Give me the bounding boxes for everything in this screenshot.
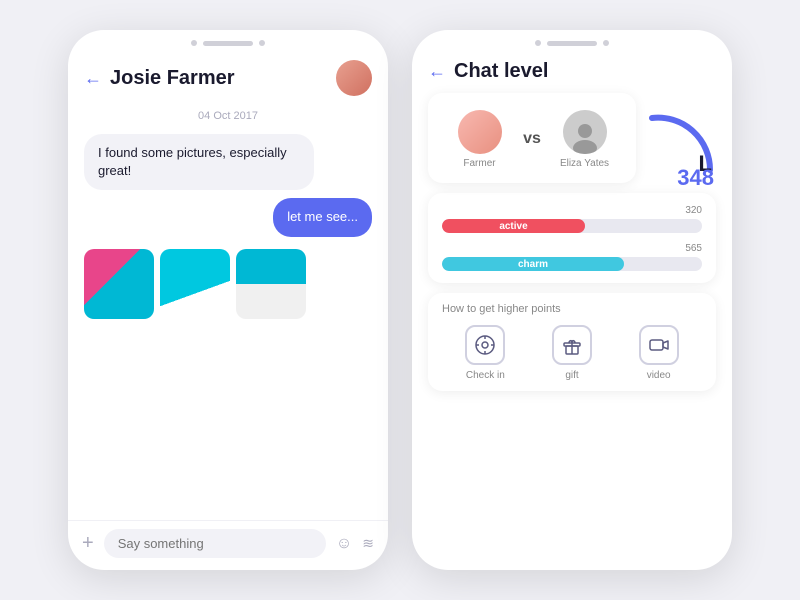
chat-messages-area: 04 Oct 2017 I found some pictures, espec… xyxy=(68,106,388,520)
notch-bar-r xyxy=(547,41,597,46)
received-message-1: I found some pictures, especially great! xyxy=(84,134,314,190)
stat-active-value: 320 xyxy=(442,205,702,216)
level-page-title: Chat level xyxy=(454,60,716,83)
phone-notch-right xyxy=(412,30,732,52)
level-arc-section: L 348 xyxy=(644,93,716,183)
stats-card: 320 active 565 charm xyxy=(428,193,716,283)
image-attachments xyxy=(84,249,372,319)
image-thumb-1[interactable] xyxy=(84,249,154,319)
stat-active-label: active xyxy=(499,221,527,232)
notch-bar xyxy=(203,41,253,46)
vs-card: Farmer vs Eliza Yates xyxy=(428,93,636,183)
chat-input-bar: + ☺ ≋ xyxy=(68,520,388,570)
add-attachment-icon[interactable]: + xyxy=(82,532,94,555)
stat-charm-value: 565 xyxy=(442,243,702,254)
date-separator: 04 Oct 2017 xyxy=(84,110,372,122)
tips-card: How to get higher points xyxy=(428,293,716,391)
chat-header: ← Josie Farmer xyxy=(68,52,388,106)
wave-icon[interactable]: ≋ xyxy=(362,535,374,552)
stat-active-bar-fill: active xyxy=(442,219,585,233)
vs-player2: Eliza Yates xyxy=(547,110,622,169)
notch-dot2 xyxy=(259,40,265,46)
tip-check-in-label: Check in xyxy=(466,370,505,381)
stat-charm-row: 565 charm xyxy=(442,243,702,271)
stat-active-bar-bg: active xyxy=(442,219,702,233)
contact-avatar[interactable] xyxy=(336,60,372,96)
back-arrow-icon[interactable]: ← xyxy=(84,68,102,89)
tips-title: How to get higher points xyxy=(442,303,702,315)
video-icon xyxy=(639,325,679,365)
gift-icon xyxy=(552,325,592,365)
notch-dot2-r xyxy=(603,40,609,46)
stat-charm-bar-bg: charm xyxy=(442,257,702,271)
chat-contact-name: Josie Farmer xyxy=(110,67,328,90)
avatar-image xyxy=(336,60,372,96)
player1-avatar xyxy=(458,110,502,154)
level-phone: ← Chat level Farmer vs xyxy=(412,30,732,570)
level-content: Farmer vs Eliza Yates xyxy=(412,93,732,570)
tip-video[interactable]: video xyxy=(639,325,679,381)
level-number-display: 348 xyxy=(677,165,714,191)
notch-dot xyxy=(191,40,197,46)
tips-icons-row: Check in gift xyxy=(442,325,702,381)
player1-name: Farmer xyxy=(463,158,495,169)
phone-notch-left xyxy=(68,30,388,52)
stat-active-row: 320 active xyxy=(442,205,702,233)
emoji-icon[interactable]: ☺ xyxy=(336,535,352,553)
tip-video-label: video xyxy=(647,370,671,381)
message-input[interactable] xyxy=(104,529,326,558)
tip-check-in[interactable]: Check in xyxy=(465,325,505,381)
tip-gift[interactable]: gift xyxy=(552,325,592,381)
player2-avatar xyxy=(563,110,607,154)
check-in-icon xyxy=(465,325,505,365)
level-header: ← Chat level xyxy=(412,52,732,93)
image-thumb-3[interactable] xyxy=(236,249,306,319)
level-number: 348 xyxy=(677,165,714,190)
stat-charm-bar-fill: charm xyxy=(442,257,624,271)
notch-dot-r xyxy=(535,40,541,46)
vs-player1: Farmer xyxy=(442,110,517,169)
image-thumb-2[interactable] xyxy=(160,249,230,319)
stat-charm-label: charm xyxy=(518,259,548,270)
tip-gift-label: gift xyxy=(565,370,578,381)
sent-message-1: let me see... xyxy=(273,198,372,236)
player2-name: Eliza Yates xyxy=(560,158,609,169)
vs-label: vs xyxy=(517,130,547,148)
chat-phone: ← Josie Farmer 04 Oct 2017 I found some … xyxy=(68,30,388,570)
screen-container: ← Josie Farmer 04 Oct 2017 I found some … xyxy=(0,0,800,600)
back-arrow-level-icon[interactable]: ← xyxy=(428,61,446,82)
